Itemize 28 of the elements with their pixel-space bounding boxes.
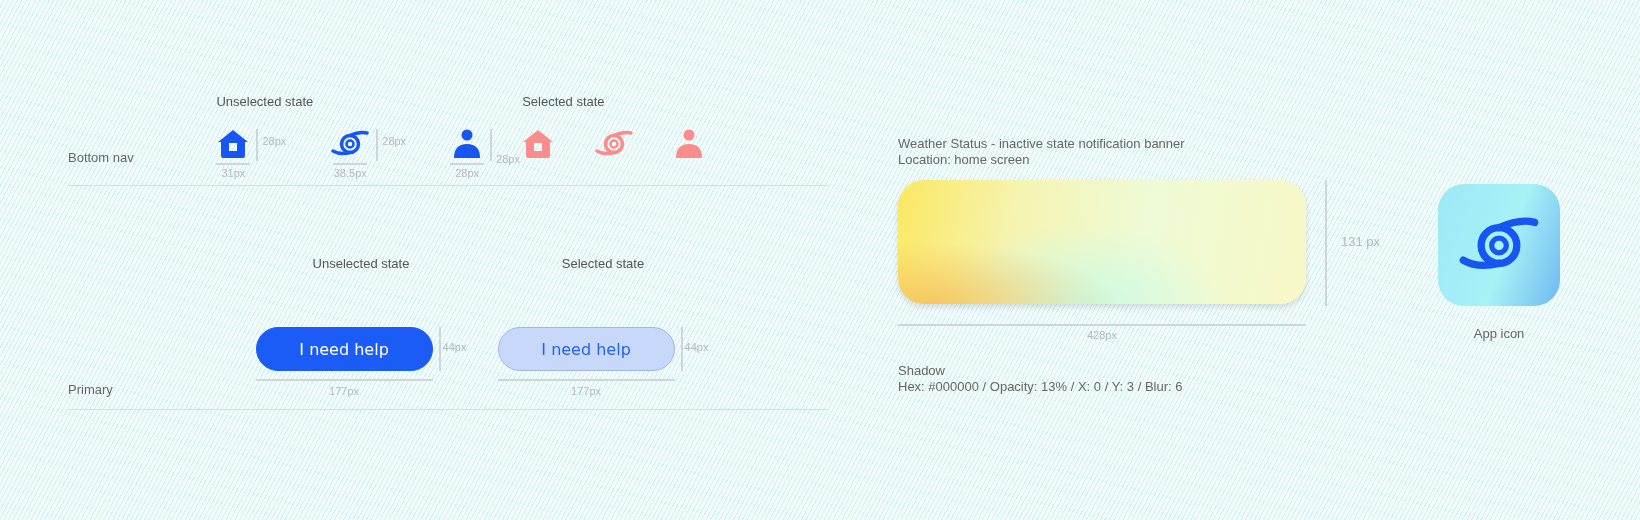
shadow-spec: Shadow <box>898 363 946 379</box>
banner-caption: Location: home screen <box>898 152 1031 168</box>
dimension-label: 44px <box>684 341 709 353</box>
dimension-label: 44px <box>442 341 467 353</box>
banner-caption: Weather Status - inactive state notification banner <box>898 136 1186 152</box>
state-heading: Selected state <box>561 256 645 271</box>
row-label: Primary <box>68 382 114 397</box>
dimension-label: 28px <box>455 167 480 179</box>
state-heading: Selected state <box>522 94 605 109</box>
state-heading: Unselected state <box>216 94 314 109</box>
help-button[interactable]: I need help <box>255 327 433 371</box>
dimension-label: 28px <box>496 153 520 165</box>
app-icon-label: App icon <box>1473 326 1525 341</box>
dimension-label: 28px <box>382 135 407 147</box>
dimension-label: 31px <box>221 167 246 179</box>
dimension-label: 177px <box>571 385 602 397</box>
row-label: Bottom nav <box>68 150 135 167</box>
dimension-label: 38.5px <box>333 167 367 179</box>
dimension-label: 177px <box>329 385 360 397</box>
app-icon[interactable] <box>1438 184 1561 306</box>
person-icon[interactable] <box>452 129 483 159</box>
state-heading: Unselected state <box>312 256 410 271</box>
shadow-spec: Hex: #000000 / Opacity: 13% / X: 0 / Y: 3 / Blur: 6 <box>898 379 1184 395</box>
dimension-label: 428px <box>1087 329 1117 341</box>
home-icon[interactable] <box>217 129 250 159</box>
dimension-label: 131 px <box>1341 234 1381 249</box>
help-button[interactable]: I need help <box>497 327 675 371</box>
dimension-label: 28px <box>262 135 287 147</box>
